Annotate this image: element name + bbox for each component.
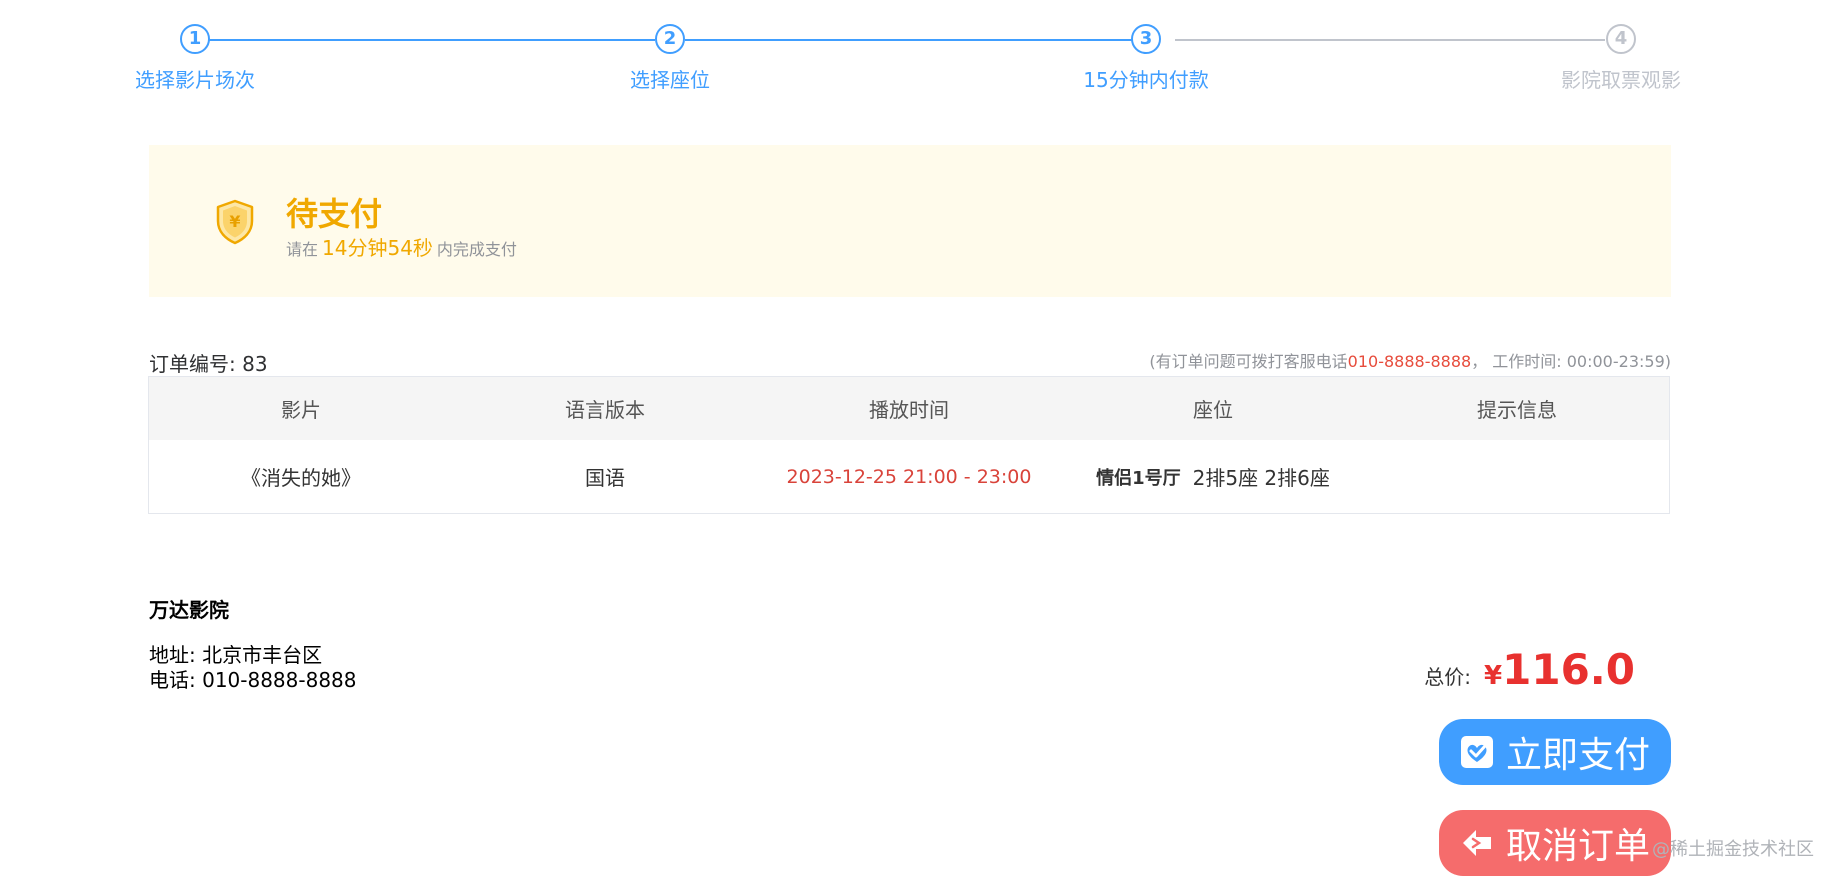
cinema-phone: 电话: 010-8888-8888 [149,668,357,692]
cancel-order-button[interactable]: 取消订单 [1439,810,1671,876]
svg-text:¥: ¥ [229,212,240,231]
pay-now-label: 立即支付 [1505,735,1650,776]
countdown-suffix: 内完成支付 [436,240,517,259]
step-1-title: 选择影片场次 [135,68,255,92]
cell-seat: 情侣1号厅 2排5座 2排6座 [1061,440,1365,513]
cell-showtime: 2023-12-25 21:00 - 23:00 [786,465,1032,488]
cell-tip [1365,440,1669,513]
service-suffix: ， 工作时间: 00:00-23:59) [1471,352,1671,371]
step-3-title: 15分钟内付款 [1083,68,1209,92]
header-showtime: 播放时间 [869,398,949,422]
step-3: 3 15分钟内付款 [1026,24,1266,93]
cell-language: 国语 [585,466,625,490]
currency-symbol: ¥ [1484,661,1503,691]
total-price: 总价: ¥116.0 [1424,645,1635,694]
shield-yen-icon: ¥ [216,199,254,245]
step-3-number: 3 [1131,24,1161,54]
header-movie: 影片 [281,398,321,422]
checkbox-heart-icon [1460,736,1493,768]
watermark: @稀土掘金技术社区 [1652,839,1814,860]
total-amount: 116.0 [1502,645,1635,694]
hall-name: 情侣1号厅 [1096,467,1181,489]
countdown-prefix: 请在 [286,240,319,259]
cancel-order-label: 取消订单 [1505,826,1650,867]
countdown-value: 14分钟54秒 [322,236,433,260]
step-1-number: 1 [180,24,210,54]
step-2-title: 选择座位 [630,68,710,92]
customer-service-info: (有订单问题可拨打客服电话010-8888-8888， 工作时间: 00:00-… [1149,348,1671,372]
service-phone: 010-8888-8888 [1347,352,1472,371]
table-header: 影片 语言版本 播放时间 座位 提示信息 [149,377,1669,440]
cinema-name: 万达影院 [149,598,229,622]
order-number: 订单编号: 83 [149,352,268,376]
header-seat: 座位 [1193,398,1233,422]
step-2-number: 2 [655,24,685,54]
service-prefix: (有订单问题可拨打客服电话 [1149,352,1348,371]
step-4-title: 影院取票观影 [1561,68,1681,92]
table-row: 《消失的她》 国语 2023-12-25 21:00 - 23:00 情侣1号厅… [149,440,1669,513]
countdown-text: 请在 14分钟54秒 内完成支付 [286,232,517,261]
step-2: 2 选择座位 [550,24,790,93]
step-progress: 1 选择影片场次 2 选择座位 3 15分钟内付款 4 影院取票观影 [0,0,1822,110]
pending-title: 待支付 [286,195,383,233]
pay-now-button[interactable]: 立即支付 [1439,719,1671,785]
cell-movie: 《消失的她》 [241,466,361,490]
total-label: 总价: [1424,665,1471,689]
pending-payment-banner: ¥ 待支付 请在 14分钟54秒 内完成支付 [149,145,1671,297]
back-arrow-icon [1462,830,1491,856]
seat-list: 2排5座 2排6座 [1192,466,1330,490]
step-1: 1 选择影片场次 [75,24,315,93]
header-tip: 提示信息 [1477,398,1557,422]
step-4-number: 4 [1606,24,1636,54]
header-language: 语言版本 [565,398,645,422]
step-4: 4 影院取票观影 [1501,24,1741,93]
order-table: 影片 语言版本 播放时间 座位 提示信息 《消失的她》 国语 2023-12-2… [148,376,1670,514]
